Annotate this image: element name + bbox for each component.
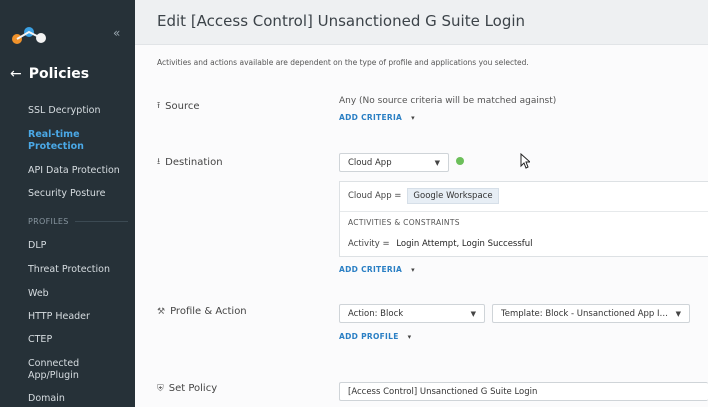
collapse-sidebar-icon[interactable]: « — [113, 26, 120, 40]
action-select[interactable]: Action: Block ▼ — [339, 304, 485, 323]
destination-add-criteria-text[interactable]: ADD CRITERIA — [339, 265, 402, 274]
sidebar-item-threat-protection[interactable]: Threat Protection — [28, 264, 128, 276]
chevron-down-icon[interactable]: ▾ — [408, 333, 412, 341]
source-label-text: Source — [165, 100, 200, 112]
sidebar-item-ssl-decryption[interactable]: SSL Decryption — [28, 105, 128, 117]
status-dot-icon — [456, 157, 464, 165]
back-arrow-icon[interactable]: ← — [10, 66, 22, 82]
activity-label: Activity = — [348, 239, 390, 249]
sidebar-title: Policies — [28, 66, 90, 82]
back-to-policies[interactable]: ← Policies — [10, 66, 89, 82]
source-add-criteria-text[interactable]: ADD CRITERIA — [339, 113, 402, 122]
cloud-app-criteria: Cloud App = Google Workspace — [348, 188, 499, 204]
sidebar-item-domain[interactable]: Domain — [28, 393, 128, 405]
sidebar-section-profiles: PROFILES — [28, 217, 128, 226]
activities-constraints-heading: ACTIVITIES & CONSTRAINTS — [348, 218, 460, 227]
profile-action-label-text: Profile & Action — [170, 306, 247, 317]
section-divider — [74, 221, 128, 222]
sidebar-item-ctep[interactable]: CTEP — [28, 334, 128, 346]
page-header: Edit [Access Control] Unsanctioned G Sui… — [135, 0, 708, 45]
mouse-cursor-icon — [520, 153, 530, 169]
sidebar-item-http-header[interactable]: HTTP Header — [28, 311, 128, 323]
source-value: Any (No source criteria will be matched … — [339, 96, 557, 106]
chevron-down-icon[interactable]: ▾ — [411, 266, 415, 274]
activity-criteria[interactable]: Activity = Login Attempt, Login Successf… — [348, 239, 533, 249]
action-select-value: Action: Block — [348, 308, 404, 319]
upload-icon: ⭱ — [157, 101, 161, 111]
sidebar-item-dlp[interactable]: DLP — [28, 240, 128, 252]
source-add-criteria-link[interactable]: ADD CRITERIA ▾ — [339, 113, 415, 122]
cloud-app-chip[interactable]: Google Workspace — [407, 188, 499, 204]
sidebar: « ← Policies SSL Decryption Real-time Pr… — [0, 0, 135, 407]
policy-name-value[interactable]: [Access Control] Unsanctioned G Suite Lo… — [348, 387, 700, 397]
set-policy-label-text: Set Policy — [168, 383, 218, 394]
dropdown-caret-icon[interactable]: ▼ — [676, 310, 681, 318]
policy-name-input[interactable]: [Access Control] Unsanctioned G Suite Lo… — [339, 382, 708, 401]
sidebar-item-web[interactable]: Web — [28, 288, 128, 300]
add-profile-text[interactable]: ADD PROFILE — [339, 332, 399, 341]
gavel-icon: ⚒ — [157, 306, 166, 317]
set-policy-label: ⛨ Set Policy — [157, 383, 217, 394]
destination-label: ⭳ Destination — [157, 154, 223, 170]
dropdown-caret-icon[interactable]: ▼ — [471, 310, 476, 318]
template-select-value: Template: Block - Unsanctioned App Insta… — [501, 308, 670, 319]
download-icon: ⭳ — [157, 157, 161, 167]
destination-label-text: Destination — [165, 156, 223, 168]
source-label: ⭱ Source — [157, 98, 200, 114]
chevron-down-icon[interactable]: ▾ — [411, 114, 415, 122]
criteria-divider — [340, 211, 708, 212]
main-panel: Edit [Access Control] Unsanctioned G Sui… — [135, 0, 708, 407]
section-label-text: PROFILES — [28, 217, 69, 226]
cloud-app-criteria-label: Cloud App = — [348, 191, 402, 201]
page-title: Edit [Access Control] Unsanctioned G Sui… — [157, 12, 526, 30]
destination-criteria-box: Cloud App = Google Workspace ACTIVITIES … — [339, 181, 708, 257]
add-profile-link[interactable]: ADD PROFILE ▾ — [339, 332, 411, 341]
destination-type-select[interactable]: Cloud App ▼ — [339, 153, 449, 172]
activity-value[interactable]: Login Attempt, Login Successful — [396, 239, 532, 249]
sidebar-item-security-posture[interactable]: Security Posture — [28, 188, 128, 200]
sidebar-item-connected-app-plugin[interactable]: Connected App/Plugin — [28, 358, 108, 382]
sidebar-item-api-data-protection[interactable]: API Data Protection — [28, 165, 128, 177]
shield-icon: ⛨ — [157, 383, 164, 394]
destination-add-criteria-link[interactable]: ADD CRITERIA ▾ — [339, 265, 415, 274]
dropdown-caret-icon[interactable]: ▼ — [435, 159, 440, 167]
template-select[interactable]: Template: Block - Unsanctioned App Insta… — [492, 304, 690, 323]
info-note: Activities and actions available are dep… — [157, 58, 529, 67]
destination-type-value: Cloud App — [348, 157, 392, 168]
logo-icon — [12, 27, 46, 44]
profile-action-label: ⚒ Profile & Action — [157, 306, 247, 317]
sidebar-item-real-time-protection[interactable]: Real-time Protection — [28, 129, 128, 153]
